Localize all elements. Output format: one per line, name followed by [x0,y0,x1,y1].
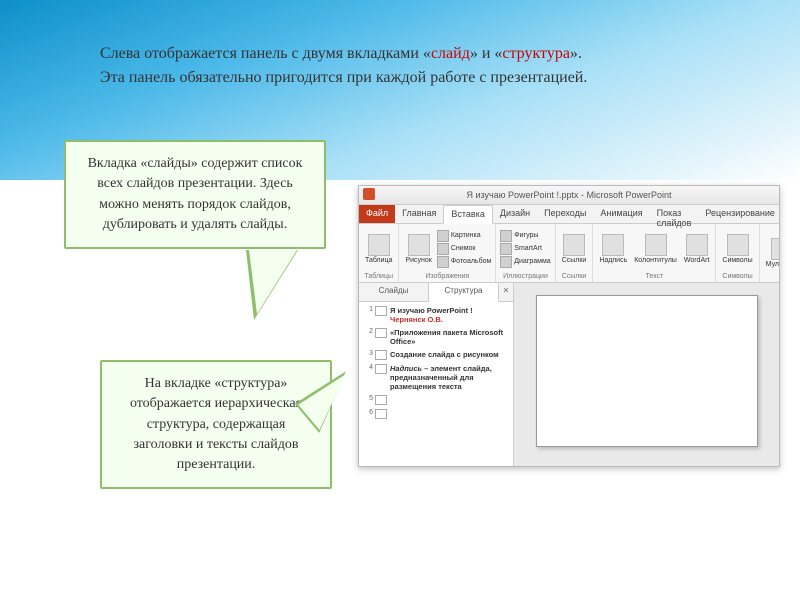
ribbon-group-images-title: Изображения [425,273,469,280]
ribbon-table-button[interactable]: Таблица [363,232,394,266]
outline-tab-structure[interactable]: Структура [429,283,499,302]
callout-structure-tab: На вкладке «структура» отображается иера… [100,360,332,489]
ribbon-shapes-button[interactable]: Фигуры [500,230,550,242]
outline-tab-slides[interactable]: Слайды [359,283,429,301]
callout-slides-tail [246,250,298,320]
pp-body: Слайды Структура ✕ 1 Я изучаю PowerPoint… [359,283,779,467]
header-part3: ». [570,45,582,62]
tab-review[interactable]: Рецензирование [698,205,780,223]
symbols-icon [727,234,749,256]
callout-slides-text: Вкладка «слайды» содержит список всех сл… [88,156,303,232]
outline-slide-1[interactable]: 1 Я изучаю PowerPoint ! Чернянск О.В. [361,306,511,324]
header-part2: » и « [470,45,503,62]
header-line2: Эта панель обязательно пригодится при ка… [100,69,587,86]
ribbon-group-illustrations-title: Иллюстрации [503,273,548,280]
ribbon-textbox-button[interactable]: Надпись [597,232,629,266]
ribbon-group-tables: Таблица Таблицы [359,224,399,282]
ribbon-headerfooter-button[interactable]: Колонтитулы [632,232,679,266]
tab-home[interactable]: Главная [395,205,443,223]
powerpoint-icon [363,188,375,200]
ribbon-clipart-button[interactable]: Картинка [437,230,491,242]
ribbon-wordart-button[interactable]: WordArt [682,232,712,266]
pp-titlebar: Я изучаю PowerPoint !.pptx - Microsoft P… [359,186,779,205]
ribbon-links-button[interactable]: Ссылки [560,232,589,266]
textbox-icon [602,234,624,256]
headerfooter-icon [645,234,667,256]
tab-design[interactable]: Дизайн [493,205,537,223]
powerpoint-window: Я изучаю PowerPoint !.pptx - Microsoft P… [358,185,780,467]
slide-thumb-icon [375,328,387,338]
ribbon-group-symbols: Символы Символы [716,224,759,282]
table-icon [368,234,390,256]
header-red-slide: слайд [431,45,470,62]
ribbon-group-links-title: Ссылки [562,273,587,280]
outline-slide-6[interactable]: 6 [361,409,511,419]
link-icon [563,234,585,256]
tab-file[interactable]: Файл [359,205,395,223]
ribbon-chart-button[interactable]: Диаграмма [500,256,550,268]
slide-thumb-icon [375,395,387,405]
outline-close-button[interactable]: ✕ [499,283,513,301]
callout-structure-text: На вкладке «структура» отображается иера… [130,376,302,472]
ribbon-symbols-button[interactable]: Символы [720,232,754,266]
ribbon-picture-button[interactable]: Рисунок [403,232,433,266]
tab-insert[interactable]: Вставка [443,205,492,224]
tab-animation[interactable]: Анимация [593,205,649,223]
shapes-icon [500,230,512,242]
header-red-structure: структура [502,45,570,62]
smartart-icon [500,243,512,255]
ribbon-group-tables-title: Таблицы [364,273,393,280]
slide-thumb-icon [375,364,387,374]
ribbon-group-links: Ссылки Ссылки [556,224,594,282]
slide-thumb-icon [375,350,387,360]
chart-icon [500,256,512,268]
outline-slide-4[interactable]: 4 Надпись – элемент слайда, предназначен… [361,364,511,391]
ribbon-group-text: Надпись Колонтитулы WordArt Текст [593,224,716,282]
picture-icon [408,234,430,256]
wordart-icon [686,234,708,256]
outline-tabs: Слайды Структура ✕ [359,283,513,302]
ribbon-screenshot-button[interactable]: Снимок [437,243,491,255]
pp-title-text: Я изучаю PowerPoint !.pptx - Microsoft P… [466,190,671,200]
ribbon-group-illustrations: Фигуры SmartArt Диаграмма Иллюстрации [496,224,555,282]
outline-slide-5[interactable]: 5 [361,395,511,405]
ribbon-smartart-button[interactable]: SmartArt [500,243,550,255]
outline-panel: Слайды Структура ✕ 1 Я изучаю PowerPoint… [359,283,514,467]
outline-slide-3[interactable]: 3 Создание слайда с рисунком [361,350,511,360]
slide-thumb-icon [375,409,387,419]
media-icon [771,238,780,260]
ribbon-group-text-title: Текст [646,273,664,280]
header-part1: Слева отображается панель с двумя вкладк… [100,45,431,62]
tab-transitions[interactable]: Переходы [537,205,593,223]
header-text: Слева отображается панель с двумя вкладк… [100,42,720,90]
outline-slide-2[interactable]: 2 «Приложения пакета Microsoft Office» [361,328,511,346]
slide-editing-area[interactable] [514,283,779,467]
slide-thumb-icon [375,306,387,316]
photoalbum-icon [437,256,449,268]
ribbon-photoalbum-button[interactable]: Фотоальбом [437,256,491,268]
callout-slides-tab: Вкладка «слайды» содержит список всех сл… [64,140,326,249]
ribbon-group-symbols-title: Символы [722,273,752,280]
pp-ribbon-tabs: Файл Главная Вставка Дизайн Переходы Ани… [359,205,779,224]
pp-ribbon: Таблица Таблицы Рисунок Картинка Снимок … [359,224,779,283]
slide-container: Слева отображается панель с двумя вкладк… [0,0,800,600]
ribbon-media-button[interactable]: Мультиме [764,236,780,270]
outline-content[interactable]: 1 Я изучаю PowerPoint ! Чернянск О.В. 2 … [359,302,513,467]
screenshot-icon [437,243,449,255]
clipart-icon [437,230,449,242]
ribbon-group-images: Рисунок Картинка Снимок Фотоальбом Изобр… [399,224,496,282]
tab-slideshow[interactable]: Показ слайдов [650,205,699,223]
ribbon-group-media: Мультиме [760,224,780,282]
slide-canvas[interactable] [536,295,758,447]
